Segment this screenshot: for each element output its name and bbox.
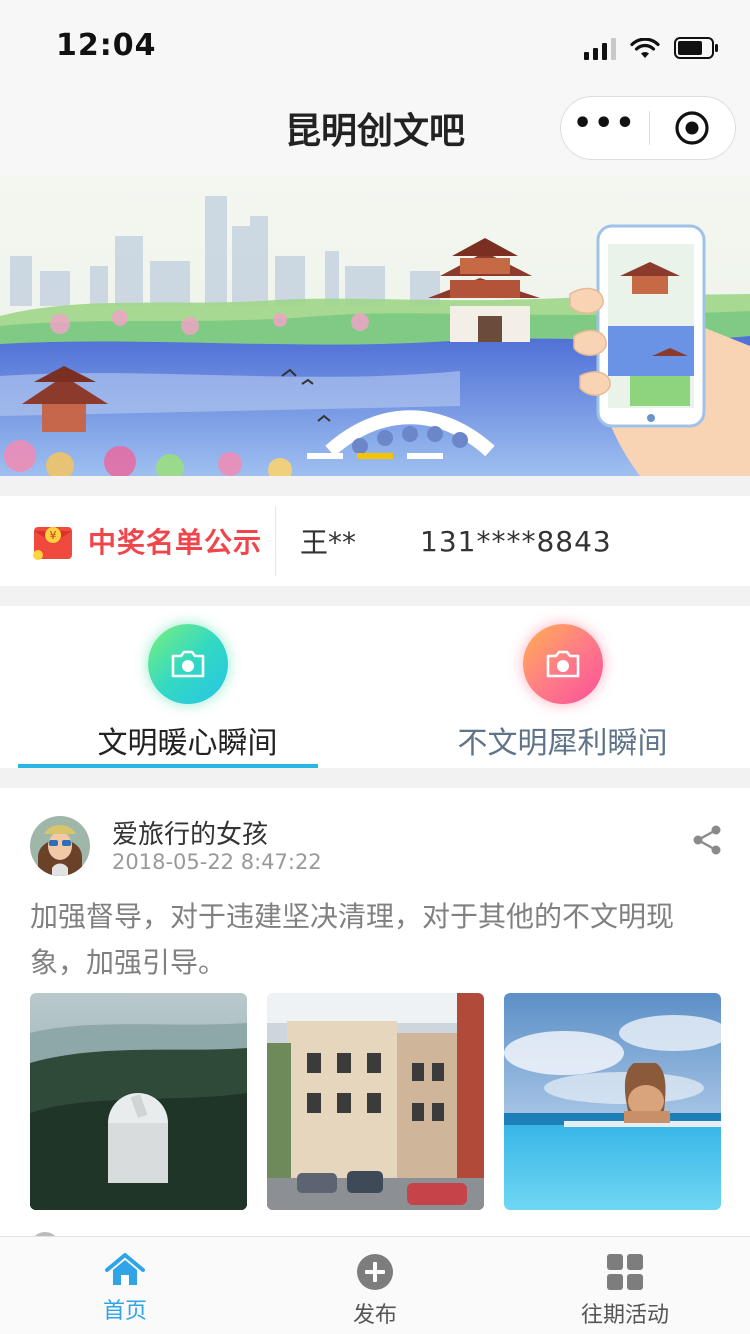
winner-name: 王** <box>300 526 357 559</box>
bottom-tab-bar: 首页 发布 往期活动 <box>0 1236 750 1334</box>
plus-circle-icon <box>357 1254 393 1290</box>
tab-home[interactable]: 首页 <box>0 1237 250 1334</box>
post-text: 加强督导，对于违建坚决清理，对于其他的不文明现象，加强引导。 <box>30 900 675 979</box>
home-icon <box>105 1253 145 1285</box>
carousel-indicators <box>307 453 443 459</box>
cellular-signal-icon <box>584 38 616 60</box>
tab-label: 发布 <box>352 1303 397 1328</box>
mini-program-capsule: ••• <box>560 96 736 160</box>
red-envelope-icon: ¥ <box>33 527 72 560</box>
carousel-dot[interactable] <box>407 453 443 459</box>
share-icon <box>693 825 721 855</box>
tab-label: 往期活动 <box>580 1303 669 1328</box>
infinity-pool-photo[interactable] <box>504 993 721 1210</box>
banner-illustration <box>0 176 750 476</box>
carousel-dot[interactable] <box>307 453 343 459</box>
category-tabs: 文明暖心瞬间 不文明犀利瞬间 <box>0 606 750 768</box>
tab-civilized-moments[interactable]: 文明暖心瞬间 <box>0 606 375 768</box>
active-tab-underline <box>18 764 318 768</box>
grid-icon <box>607 1254 643 1290</box>
observatory-forest-photo[interactable] <box>30 993 247 1210</box>
more-menu-button[interactable]: ••• <box>561 109 649 139</box>
banner-carousel[interactable] <box>0 176 750 476</box>
tab-past-events[interactable]: 往期活动 <box>500 1237 750 1334</box>
battery-icon <box>674 37 718 59</box>
post-time: 2018-05-22 8:47:22 <box>112 850 322 874</box>
close-mini-program-button[interactable] <box>650 110 736 146</box>
nav-bar: 昆明创文吧 ••• <box>0 90 750 176</box>
old-town-street-photo[interactable] <box>267 993 484 1210</box>
post-photos <box>30 993 721 1210</box>
share-button[interactable] <box>692 824 722 860</box>
post-author[interactable]: 爱旅行的女孩 <box>112 814 268 851</box>
tab-uncivilized-moments[interactable]: 不文明犀利瞬间 <box>375 606 750 768</box>
status-bar: 12:04 <box>0 0 750 90</box>
winner-list-label: 中奖名单公示 <box>88 526 263 559</box>
winner-badge: ¥ 中奖名单公示 <box>0 506 276 576</box>
status-icons <box>584 34 720 60</box>
winner-phone: 131****8843 <box>420 524 612 558</box>
svg-text:¥: ¥ <box>50 529 57 542</box>
post-card[interactable]: 爱旅行的女孩 2018-05-22 8:47:22 加强督导，对于违建坚决清理，… <box>0 788 750 1238</box>
target-icon <box>675 111 709 145</box>
tab-label: 首页 <box>102 1299 147 1324</box>
tab-label: 不文明犀利瞬间 <box>457 726 668 761</box>
status-time: 12:04 <box>56 28 157 63</box>
camera-icon <box>147 624 228 704</box>
winner-announcement[interactable]: ¥ 中奖名单公示 王** 131****8843 <box>0 496 750 586</box>
avatar[interactable] <box>30 816 90 876</box>
tab-publish[interactable]: 发布 <box>250 1237 500 1334</box>
camera-icon <box>522 624 603 704</box>
tab-label: 文明暖心瞬间 <box>97 726 278 761</box>
carousel-dot-active[interactable] <box>357 453 393 459</box>
wifi-icon <box>630 38 660 58</box>
